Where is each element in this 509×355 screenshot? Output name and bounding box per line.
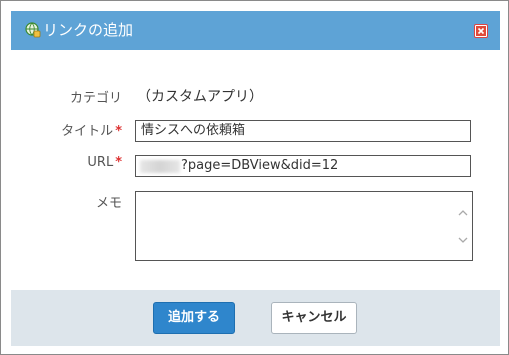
add-link-dialog: リンクの追加 カテゴリ （カスタムアプリ） タイトル * 情シスへの依頼箱 URL…	[0, 0, 509, 355]
dialog-titlebar: リンクの追加	[11, 11, 500, 50]
title-input-value: 情シスへの依頼箱	[141, 123, 246, 138]
url-redacted-part	[140, 160, 180, 173]
url-label-text: URL	[87, 155, 114, 170]
title-label: タイトル *	[1, 120, 122, 139]
required-mark: *	[115, 155, 122, 170]
cancel-button[interactable]: キャンセル	[271, 302, 357, 334]
globe-link-icon	[25, 22, 41, 38]
add-button[interactable]: 追加する	[153, 302, 235, 334]
dialog-footer: 追加する キャンセル	[11, 290, 500, 346]
category-value: （カスタムアプリ）	[137, 89, 263, 105]
memo-textarea[interactable]	[135, 191, 473, 261]
title-label-text: タイトル	[61, 124, 114, 139]
memo-label: メモ	[95, 196, 122, 211]
close-icon	[476, 26, 486, 36]
scroll-down-icon[interactable]	[458, 236, 468, 244]
url-input[interactable]: ?page=DBView&did=12	[135, 155, 471, 177]
title-input[interactable]: 情シスへの依頼箱	[135, 120, 471, 142]
url-input-value: ?page=DBView&did=12	[181, 158, 339, 173]
category-label: カテゴリ	[69, 91, 122, 106]
close-button[interactable]	[474, 24, 488, 38]
dialog-title: リンクの追加	[43, 21, 134, 39]
required-mark: *	[115, 124, 122, 139]
scroll-up-icon[interactable]	[458, 209, 468, 217]
url-label: URL *	[1, 155, 122, 170]
